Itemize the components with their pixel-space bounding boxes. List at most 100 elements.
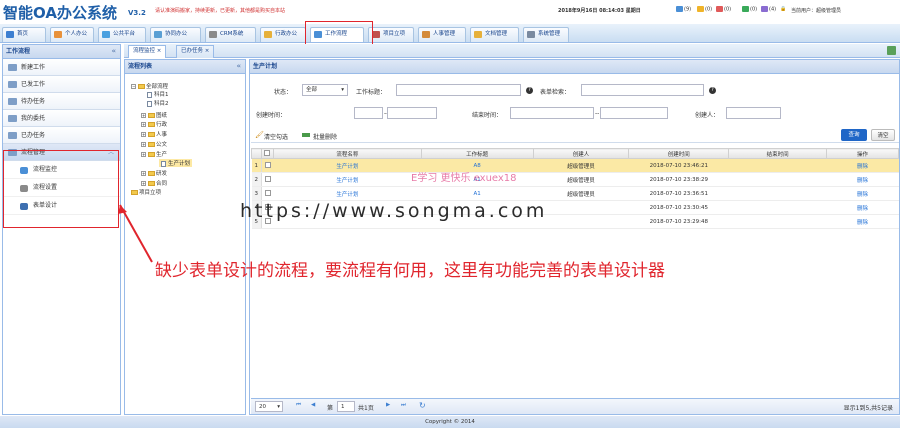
query-button[interactable]: 查询 (841, 129, 867, 141)
expand-icon[interactable]: + (141, 171, 146, 176)
tree-panel: 流程列表 « − 全部流程 科目1 科目2 + 图纸 + 行政 + 人事 + 公文 + 生产 生产计划 + 研发 +… (124, 59, 246, 415)
tree-node-5[interactable]: + 人事 (141, 130, 167, 138)
cell-created: 2018-07-10 23:29:48 (628, 214, 729, 229)
table-row[interactable]: 1 生产计划 A8 超级管理员 2018-07-10 23:46:21 删除 (251, 158, 899, 173)
tab-main-4[interactable]: CRM系统 (205, 27, 256, 42)
column-header[interactable]: 操作 (826, 148, 899, 159)
page-input[interactable]: 1 (337, 401, 355, 412)
refresh-icon[interactable] (887, 46, 896, 55)
expand-icon[interactable]: + (141, 152, 146, 157)
row-checkbox[interactable] (264, 161, 271, 168)
next-page-icon[interactable]: ▶ (386, 402, 390, 408)
table-row[interactable]: 3 生产计划 A1 超级管理员 2018-07-10 23:36:51 删除 (251, 186, 899, 201)
form-search-input[interactable] (581, 84, 704, 96)
creator-input[interactable] (726, 107, 781, 119)
refresh-icon[interactable]: ↻ (419, 401, 426, 410)
sidebar-item-3[interactable]: 我的委托 (3, 110, 120, 127)
creator-label: 创建人： (695, 112, 720, 119)
current-user[interactable]: 当前用户：超级管理员 (791, 7, 841, 14)
cell-op[interactable]: 删除 (826, 172, 899, 187)
collapse-icon[interactable]: « (111, 45, 116, 58)
tab-main-8[interactable]: 人事管理 (418, 27, 466, 42)
expand-icon[interactable]: + (141, 122, 146, 127)
expand-icon[interactable]: + (141, 113, 146, 118)
cell-name[interactable]: 生产计划 (273, 158, 422, 173)
batch-delete-button[interactable]: 批量删除 (313, 132, 337, 141)
tab-main-3[interactable]: 协同办公 (150, 27, 201, 42)
tree-node-7[interactable]: + 生产 (141, 150, 167, 158)
header: 智能OA办公系统 V3.2 请认准演码搬家，持续更新，已更新，其他都是购买自本站… (0, 0, 900, 24)
row-checkbox[interactable] (264, 175, 271, 182)
select-all-checkbox[interactable] (264, 149, 271, 156)
ended-end-input[interactable] (600, 107, 668, 119)
badge-user-icon[interactable]: (9) (676, 6, 691, 13)
tab-main-2[interactable]: 公共平台 (98, 27, 146, 42)
tree-node-0[interactable]: − 全部流程 (131, 82, 168, 90)
help-icon[interactable]: ? (526, 87, 533, 94)
status-select[interactable]: 全部 ▾ (302, 84, 348, 96)
table-row[interactable]: 2 生产计划 A1 超级管理员 2018-07-10 23:38:29 删除 (251, 172, 899, 187)
badge-calendar-icon[interactable]: (0) (716, 6, 731, 13)
tree-node-2[interactable]: 科目2 (147, 99, 169, 107)
tree-node-9[interactable]: + 研发 (141, 169, 167, 177)
collapse-icon[interactable]: « (236, 60, 241, 73)
cell-name[interactable]: 生产计划 (273, 172, 422, 187)
ended-start-input[interactable] (510, 107, 594, 119)
column-header[interactable]: 结束时间 (728, 148, 828, 159)
tab-main-9[interactable]: 文档管理 (470, 27, 519, 42)
tab-main-0[interactable]: 首页 (2, 27, 46, 42)
badge-message-icon[interactable]: (0) (742, 6, 757, 13)
cell-name[interactable]: 生产计划 (273, 186, 422, 201)
title-input[interactable] (396, 84, 521, 96)
clear-check-button[interactable]: 清空勾选 (264, 132, 288, 141)
badge-mail-icon[interactable]: (0) (697, 6, 712, 13)
tree-node-label: 科目2 (154, 101, 169, 107)
tab-main-5[interactable]: 行政办公 (260, 27, 306, 42)
tab-main-10[interactable]: 系统管理 (523, 27, 569, 42)
last-page-icon[interactable]: ⏭ (401, 402, 406, 409)
cell-op[interactable]: 删除 (826, 158, 899, 173)
tree-node-8[interactable]: 生产计划 (159, 159, 193, 167)
folder-icon (138, 84, 145, 89)
cell-op[interactable]: 删除 (826, 200, 899, 215)
tree-node-4[interactable]: + 行政 (141, 120, 167, 128)
column-header[interactable]: 创建人 (532, 148, 630, 159)
tab-main-1[interactable]: 个人办公 (50, 27, 94, 42)
sidebar-item-0[interactable]: 新建工作 (3, 59, 120, 76)
checkbox-cell (261, 158, 274, 173)
help-icon[interactable]: ? (709, 87, 716, 94)
folder-icon (148, 181, 155, 186)
pager-summary: 显示1到5,共5记录 (843, 405, 893, 412)
created-start-input[interactable] (354, 107, 383, 119)
tree-node-3[interactable]: + 图纸 (141, 111, 167, 119)
lock-icon[interactable]: 🔒 (780, 6, 786, 12)
expand-icon[interactable]: + (141, 132, 146, 137)
tab-label: 首页 (17, 31, 29, 37)
row-checkbox[interactable] (264, 189, 271, 196)
first-page-icon[interactable]: ⏮ (296, 402, 301, 409)
sidebar-item-label: 已发工作 (21, 81, 46, 88)
column-header[interactable]: 工作标题 (420, 148, 534, 159)
created-end-input[interactable] (387, 107, 437, 119)
sidebar-item-2[interactable]: 待办任务 (3, 93, 120, 110)
clear-button[interactable]: 清空 (871, 129, 895, 141)
tree-node-1[interactable]: 科目1 (147, 90, 169, 98)
expand-icon[interactable]: − (131, 84, 136, 89)
column-header[interactable]: 流程名称 (272, 148, 422, 159)
tab-flow-monitor[interactable]: 流程监控 × (128, 45, 167, 58)
expand-icon[interactable]: + (141, 142, 146, 147)
cell-op[interactable]: 删除 (826, 214, 899, 229)
page-size-select[interactable]: 20 ▾ (255, 401, 283, 412)
prev-page-icon[interactable]: ◀ (311, 402, 315, 408)
sidebar-item-4[interactable]: 已办任务 (3, 127, 120, 144)
tree-node-11[interactable]: 项目立项 (131, 188, 161, 196)
tab-main-7[interactable]: 项目立项 (368, 27, 414, 42)
column-header[interactable]: 创建时间 (628, 148, 730, 159)
expand-icon[interactable]: + (141, 181, 146, 186)
tree-node-10[interactable]: + 合同 (141, 179, 167, 187)
cell-op[interactable]: 删除 (826, 186, 899, 201)
tab-done-tasks[interactable]: 已办任务 × (176, 45, 215, 58)
badge-task-icon[interactable]: (4) (761, 6, 776, 13)
tree-node-6[interactable]: + 公文 (141, 140, 167, 148)
sidebar-item-1[interactable]: 已发工作 (3, 76, 120, 93)
